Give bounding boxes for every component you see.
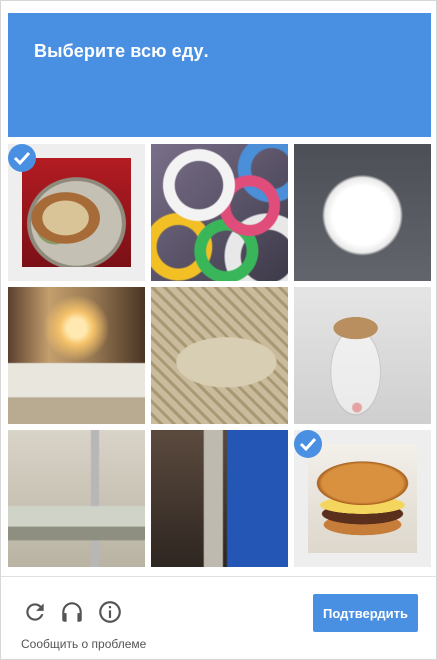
salt-image (294, 144, 431, 281)
image-tile-tape-rolls[interactable] (151, 144, 288, 281)
title-suffix: . (203, 41, 209, 61)
checkmark-icon (294, 430, 322, 458)
footer-divider (1, 576, 437, 577)
image-tile-ballroom[interactable] (8, 287, 145, 424)
image-tile-sandwich[interactable] (8, 144, 145, 281)
reload-icon (26, 603, 44, 621)
challenge-header: Выберите всю еду. (8, 13, 431, 137)
sofa-image (151, 287, 288, 424)
challenge-title: Выберите всю еду. (34, 41, 431, 62)
bottle-image (294, 287, 431, 424)
tape-rolls-image (151, 144, 288, 281)
info-icon (99, 601, 121, 623)
title-keyword: еду (171, 41, 204, 61)
pipes-image (151, 430, 288, 567)
title-prefix: Выберите всю (34, 41, 172, 61)
headphones-icon (62, 602, 82, 622)
image-tile-sink[interactable] (8, 430, 145, 567)
report-problem-link[interactable]: Сообщить о проблеме (21, 637, 146, 651)
sandwich-image (22, 158, 131, 267)
checkmark-icon (8, 144, 36, 172)
info-button[interactable] (97, 599, 123, 625)
image-tile-salt[interactable] (294, 144, 431, 281)
sink-image (8, 430, 145, 567)
ballroom-image (8, 287, 145, 424)
image-tile-sofa[interactable] (151, 287, 288, 424)
verify-button[interactable]: Подтвердить (313, 594, 418, 632)
image-tile-bottle[interactable] (294, 287, 431, 424)
burger-image (308, 444, 417, 553)
image-tile-pipes[interactable] (151, 430, 288, 567)
image-tile-burger[interactable] (294, 430, 431, 567)
reload-button[interactable] (22, 599, 48, 625)
image-grid (8, 144, 431, 568)
captcha-widget: Выберите всю еду. Подтвердить Сообщить о… (0, 0, 437, 660)
audio-button[interactable] (59, 599, 85, 625)
